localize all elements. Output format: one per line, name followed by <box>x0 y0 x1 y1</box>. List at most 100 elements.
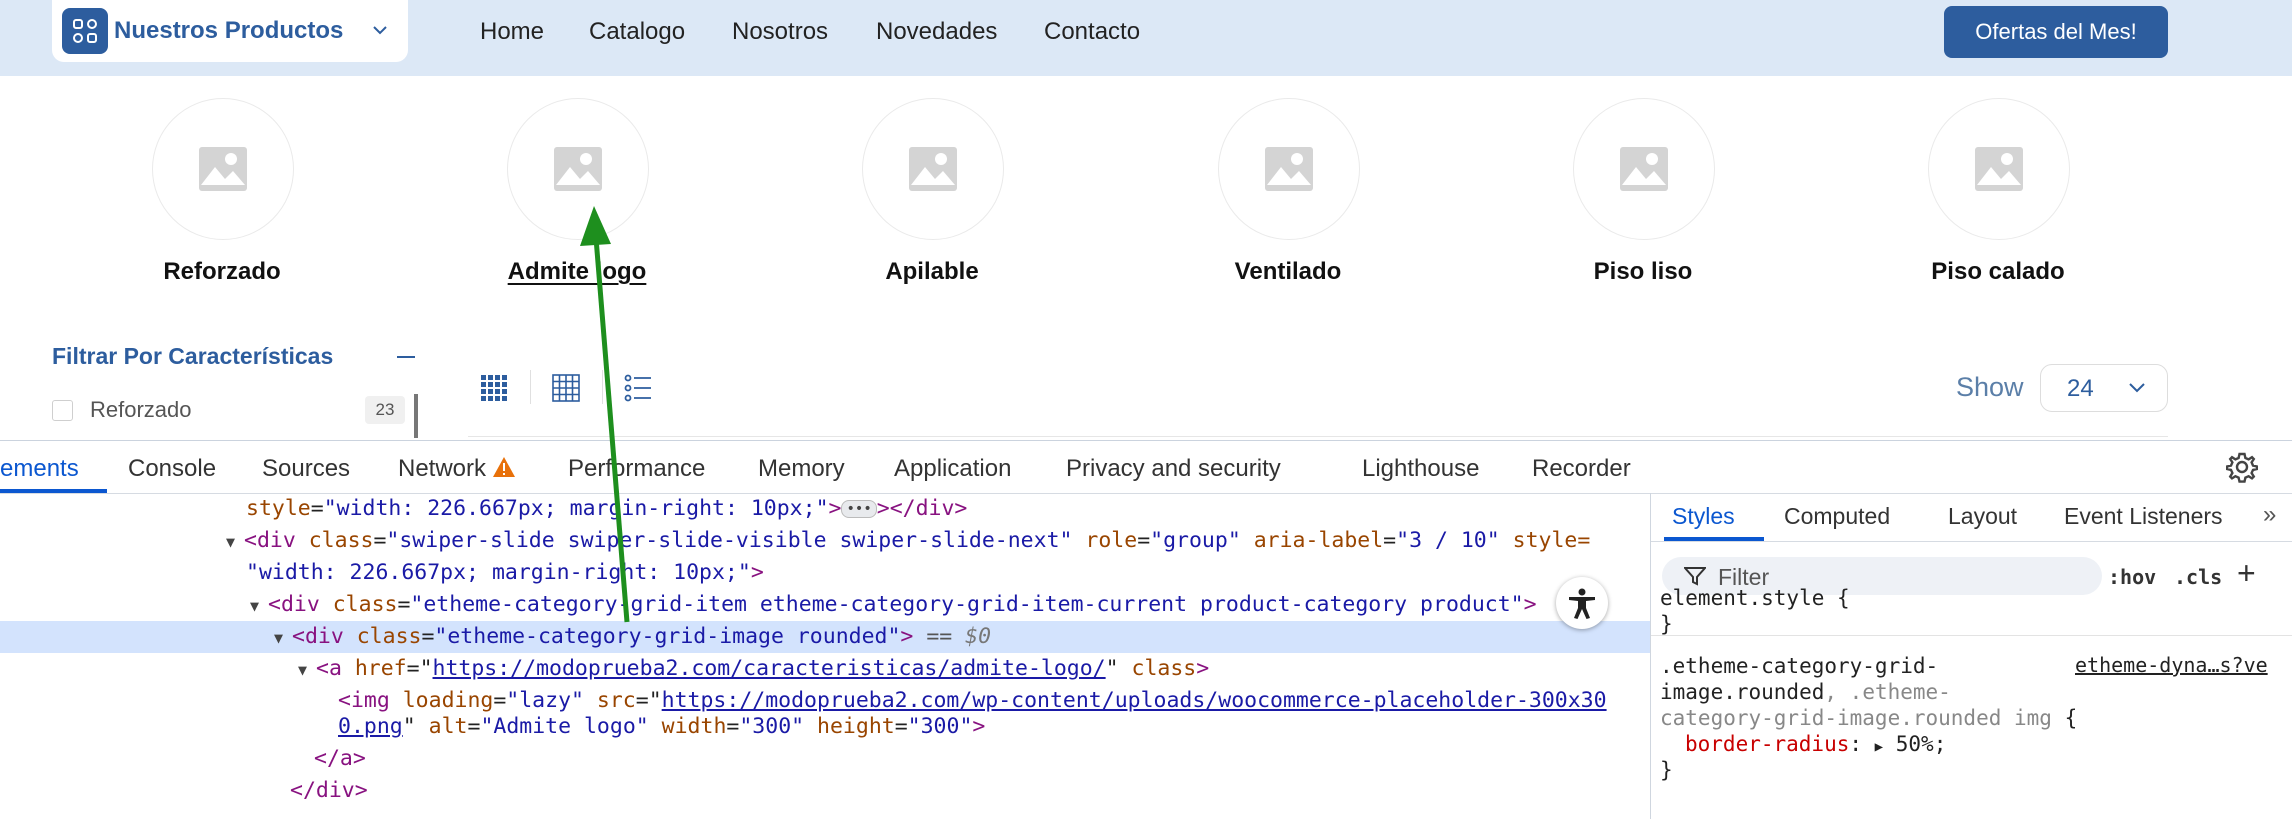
expand-triangle-icon[interactable]: ▶ <box>1875 739 1883 755</box>
dom-node[interactable]: </div> <box>0 775 1650 807</box>
tab-computed[interactable]: Computed <box>1784 503 1890 530</box>
dom-node[interactable]: 0.png" alt="Admite logo" width="300" hei… <box>0 711 1650 743</box>
nav-nosotros[interactable]: Nosotros <box>732 18 828 46</box>
products-dropdown[interactable]: Nuestros Productos <box>52 0 408 62</box>
css-declaration[interactable]: border-radius: ▶ 50%; <box>1685 731 1946 760</box>
dom-node[interactable]: ▼ <div class="swiper-slide swiper-slide-v… <box>0 525 1650 557</box>
category-name[interactable]: Apilable <box>772 258 1092 286</box>
href-link[interactable]: https://modoprueba2.com/caracteristicas/… <box>433 656 1106 681</box>
accessibility-button[interactable] <box>1556 577 1608 629</box>
dom-node[interactable]: </a> <box>0 743 1650 775</box>
elements-tree[interactable]: style="width: 226.667px; margin-right: 1… <box>0 493 1650 819</box>
filter-count-badge: 23 <box>365 396 405 424</box>
warning-icon <box>493 457 516 477</box>
active-tab-indicator <box>1664 537 1764 541</box>
view-separator <box>602 370 603 404</box>
products-dropdown-label: Nuestros Productos <box>114 17 344 44</box>
cls-toggle[interactable]: .cls <box>2174 565 2222 589</box>
offers-button[interactable]: Ofertas del Mes! <box>1944 6 2168 58</box>
nav-home[interactable]: Home <box>480 18 544 46</box>
grid-4-view-icon[interactable] <box>480 374 508 402</box>
per-page-select[interactable]: 24 <box>2040 364 2168 412</box>
more-tabs-icon[interactable]: » <box>2263 501 2276 529</box>
site-header: Nuestros Productos Home Catalogo Nosotro… <box>0 0 2292 76</box>
category-image[interactable] <box>862 98 1004 240</box>
filter-checkbox[interactable] <box>52 400 73 421</box>
new-rule-plus-icon[interactable]: + <box>2237 555 2256 592</box>
devtools-panel: ements Console Sources Network Performan… <box>0 440 2292 819</box>
tab-elements[interactable]: ements <box>0 455 79 483</box>
nav-contacto[interactable]: Contacto <box>1044 18 1140 46</box>
tab-application[interactable]: Application <box>894 455 1011 483</box>
rule-selector-line[interactable]: image.rounded, .etheme- <box>1660 679 1951 705</box>
gear-icon[interactable] <box>2226 451 2258 483</box>
hov-toggle[interactable]: :hov <box>2108 565 2156 589</box>
tab-lighthouse[interactable]: Lighthouse <box>1362 455 1479 483</box>
dom-node[interactable]: ▼ <div class="etheme-category-grid-item e… <box>0 589 1650 621</box>
tab-console[interactable]: Console <box>128 455 216 483</box>
tab-network[interactable]: Network <box>398 455 516 483</box>
category-name[interactable]: Piso calado <box>1838 258 2158 286</box>
expand-triangle-icon[interactable]: ▼ <box>274 622 292 654</box>
devtools-tabbar: ements Console Sources Network Performan… <box>0 441 2292 494</box>
rule-selector-line[interactable]: .etheme-category-grid- <box>1660 653 1938 679</box>
dom-node-selected[interactable]: ▼ <div class="etheme-category-grid-image … <box>0 621 1650 653</box>
expand-triangle-icon[interactable]: ▼ <box>226 526 244 558</box>
toolbar-divider <box>468 436 2168 437</box>
image-placeholder-icon <box>199 147 247 191</box>
image-placeholder-icon <box>1620 147 1668 191</box>
rule-divider <box>1651 635 2292 636</box>
view-separator <box>530 370 531 404</box>
tab-recorder[interactable]: Recorder <box>1532 455 1631 483</box>
grid-icon <box>62 8 108 54</box>
styles-pane: Styles Computed Layout Event Listeners »… <box>1651 493 2292 819</box>
tab-network-label: Network <box>398 455 487 482</box>
filter-scrollbar[interactable] <box>414 394 418 438</box>
filter-icon <box>1684 567 1706 586</box>
tab-layout[interactable]: Layout <box>1948 503 2017 530</box>
tab-event-listeners[interactable]: Event Listeners <box>2064 503 2223 530</box>
filter-label[interactable]: Reforzado <box>90 397 192 423</box>
filter-title[interactable]: Filtrar Por Características <box>52 343 333 370</box>
category-name[interactable]: Ventilado <box>1128 258 1448 286</box>
tab-sources[interactable]: Sources <box>262 455 350 483</box>
stylesheet-source-link[interactable]: etheme-dyna…s?ve <box>2075 653 2268 677</box>
expand-triangle-icon[interactable]: ▼ <box>298 654 316 686</box>
category-name[interactable]: Admite logo <box>417 258 737 286</box>
src-link[interactable]: https://modoprueba2.com/wp-content/uploa… <box>662 688 1607 713</box>
image-placeholder-icon <box>554 147 602 191</box>
category-name[interactable]: Piso liso <box>1483 258 1803 286</box>
dom-node[interactable]: "width: 226.667px; margin-right: 10px;"> <box>0 557 1650 589</box>
dom-node[interactable]: style="width: 226.667px; margin-right: 1… <box>0 493 1650 525</box>
tab-memory[interactable]: Memory <box>758 455 845 483</box>
collapse-minus-icon[interactable] <box>397 356 415 358</box>
per-page-value: 24 <box>2067 375 2094 402</box>
tab-performance[interactable]: Performance <box>568 455 705 483</box>
chevron-down-icon <box>2129 383 2145 393</box>
close-brace: } <box>1660 758 1673 782</box>
list-view-icon[interactable] <box>624 374 652 402</box>
category-image[interactable] <box>152 98 294 240</box>
category-image[interactable] <box>1218 98 1360 240</box>
grid-3-view-icon[interactable] <box>552 374 580 402</box>
ellipsis-icon[interactable]: ••• <box>841 500 877 518</box>
nav-catalogo[interactable]: Catalogo <box>589 18 685 46</box>
accessibility-icon <box>1569 588 1595 619</box>
image-placeholder-icon <box>909 147 957 191</box>
image-placeholder-icon <box>1265 147 1313 191</box>
src-link-continued[interactable]: 0.png <box>338 714 403 739</box>
element-style-selector[interactable]: element.style { <box>1660 585 1850 611</box>
rule-selector-line[interactable]: category-grid-image.rounded img { <box>1660 705 2077 731</box>
tab-privacy-security[interactable]: Privacy and security <box>1066 455 1281 483</box>
show-label: Show <box>1956 372 2024 402</box>
dom-node[interactable]: ▼ <a href="https://modoprueba2.com/caract… <box>0 653 1650 685</box>
expand-triangle-icon[interactable]: ▼ <box>250 590 268 622</box>
category-name[interactable]: Reforzado <box>62 258 382 286</box>
category-image[interactable] <box>1573 98 1715 240</box>
image-placeholder-icon <box>1975 147 2023 191</box>
styles-tabbar: Styles Computed Layout Event Listeners » <box>1651 493 2292 542</box>
nav-novedades[interactable]: Novedades <box>876 18 997 46</box>
tab-styles[interactable]: Styles <box>1672 503 1735 530</box>
category-image[interactable] <box>507 98 649 240</box>
category-image[interactable] <box>1928 98 2070 240</box>
